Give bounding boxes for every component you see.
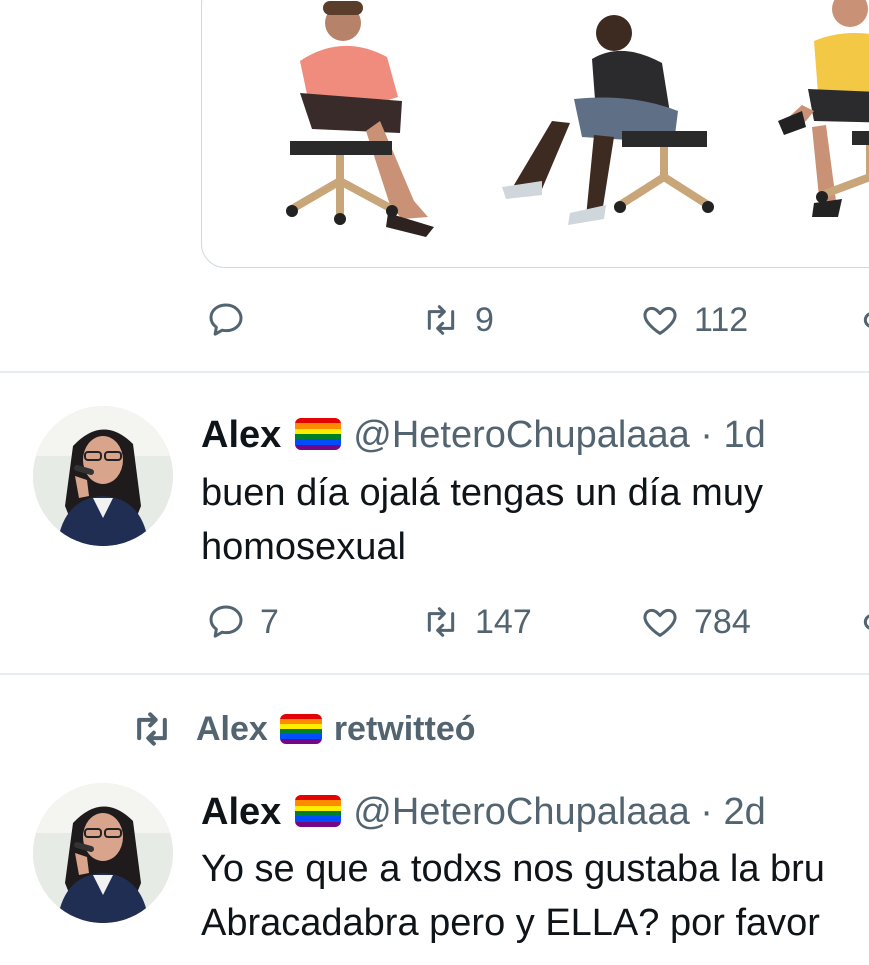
retweet-context: Alex retwitteó [130,706,476,752]
person-figure-2 [502,15,714,225]
retweet-button[interactable]: 9 [421,290,494,350]
retweet-arrows-icon [137,712,167,746]
reply-button[interactable]: 7 [206,592,279,652]
rainbow-flag-icon [295,418,342,450]
tweet-divider [0,673,869,675]
heart-icon [643,306,677,335]
avatar-image [33,783,173,923]
heart-icon [643,608,677,637]
like-count: 112 [694,300,749,339]
tweet3-text: Yo se que a todxs nos gustaba la bru Abr… [201,842,825,950]
avatar[interactable] [33,783,173,923]
retweet-button[interactable]: 147 [421,592,532,652]
like-button[interactable]: 112 [640,290,748,350]
timestamp[interactable]: 2d [724,791,766,833]
tweet-text-line-2: homosexual [201,526,406,568]
timestamp[interactable]: 1d [724,414,766,456]
tweet-media-card[interactable] [201,0,869,268]
speech-bubble-icon [209,303,243,336]
avatar-image [33,406,173,546]
retweet-count: 147 [475,602,532,641]
retweet-arrows-icon [427,607,455,637]
share-icon [863,312,869,328]
media-image [286,0,869,237]
share-button[interactable] [852,290,869,350]
retweeter-name[interactable]: Alex [196,710,268,749]
retweet-label: retwitteó [333,709,476,748]
avatar[interactable] [33,406,173,546]
reply-button[interactable] [206,290,260,350]
share-button[interactable] [852,592,869,652]
display-name[interactable]: Alex [201,414,281,456]
retweet-count: 9 [475,300,494,339]
tweet3-header: Alex @HeteroChupalaaa · 2d [201,791,766,834]
rainbow-flag-icon [279,714,322,744]
display-name[interactable]: Alex [201,791,281,833]
tweet2-header: Alex @HeteroChupalaaa · 1d [201,414,766,457]
share-icon [863,614,869,630]
tweet-text-line-1: buen día ojalá tengas un día muy [201,472,763,514]
speech-bubble-icon [209,605,243,638]
person-figure-1 [286,1,434,237]
separator-dot: · [700,791,713,833]
retweet-arrows-icon [427,305,455,335]
person-figure-3 [778,0,869,217]
separator-dot: · [700,414,713,456]
tweet-text-line-2: Abracadabra pero y ELLA? por favor [201,902,820,944]
tweet1-action-bar: 9 112 [0,290,869,350]
tweet2-text: buen día ojalá tengas un día muy homosex… [201,466,763,574]
user-handle[interactable]: @HeteroChupalaaa [353,791,689,833]
like-count: 784 [694,602,751,641]
like-button[interactable]: 784 [640,592,751,652]
user-handle[interactable]: @HeteroChupalaaa [353,414,689,456]
tweet2-action-bar: 7 147 784 [0,592,869,652]
tweet-text-line-1: Yo se que a todxs nos gustaba la bru [201,848,825,890]
rainbow-flag-icon [295,795,342,827]
reply-count: 7 [260,602,279,641]
tweet-divider [0,371,869,373]
